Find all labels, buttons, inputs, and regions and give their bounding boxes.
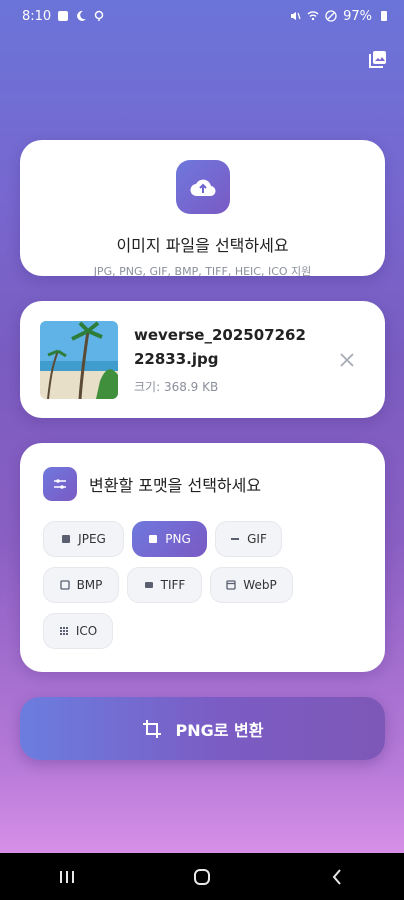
status-time: 8:10 bbox=[22, 8, 52, 24]
image-icon bbox=[149, 535, 158, 543]
format-chip-bmp[interactable]: BMP bbox=[43, 567, 119, 603]
dnd-icon bbox=[325, 10, 337, 22]
close-icon bbox=[340, 353, 354, 367]
back-icon bbox=[332, 868, 341, 885]
format-chip-png[interactable]: PNG bbox=[132, 521, 207, 557]
recent-apps-icon bbox=[60, 870, 75, 883]
gallery-button[interactable] bbox=[366, 47, 390, 71]
file-name: weverse_20250726222833.jpg bbox=[134, 326, 306, 368]
gif-icon bbox=[231, 538, 240, 540]
format-card: 변환할 포맷을 선택하세요 JPEG PNG GIF BMP TIFF WebP… bbox=[20, 443, 385, 672]
tiff-icon bbox=[144, 582, 153, 588]
recent-apps-button[interactable] bbox=[47, 862, 87, 892]
upload-icon-box bbox=[176, 160, 230, 214]
battery-icon bbox=[381, 11, 387, 21]
mute-icon bbox=[291, 12, 301, 20]
crop-icon bbox=[142, 719, 161, 738]
moon-icon bbox=[77, 10, 87, 21]
upload-title: 이미지 파일을 선택하세요 bbox=[116, 236, 289, 255]
system-nav-bar bbox=[0, 853, 404, 900]
format-title: 변환할 포맷을 선택하세요 bbox=[89, 476, 262, 495]
gallery-icon bbox=[369, 51, 386, 68]
back-button[interactable] bbox=[317, 862, 357, 892]
convert-button[interactable]: PNG로 변환 bbox=[20, 697, 385, 760]
gallery-notification-icon bbox=[58, 11, 69, 21]
convert-label: PNG로 변환 bbox=[175, 720, 264, 740]
remove-file-button[interactable] bbox=[339, 349, 355, 373]
status-bar: 8:10 97% bbox=[0, 0, 404, 32]
upload-card[interactable]: 이미지 파일을 선택하세요 JPG, PNG, GIF, BMP, TIFF, … bbox=[20, 140, 385, 276]
grid-icon bbox=[59, 627, 68, 635]
location-icon bbox=[94, 10, 104, 21]
cloud-upload-icon bbox=[190, 179, 216, 197]
wifi-icon bbox=[307, 11, 319, 21]
format-settings-icon bbox=[43, 467, 77, 501]
format-chip-jpeg[interactable]: JPEG bbox=[43, 521, 124, 557]
battery-level: 97% bbox=[343, 8, 372, 24]
file-size: 크기: 368.9 KB bbox=[134, 380, 219, 394]
home-icon bbox=[193, 868, 210, 885]
upload-supported-formats: JPG, PNG, GIF, BMP, TIFF, HEIC, ICO 지원 bbox=[93, 265, 312, 276]
image-icon bbox=[62, 535, 71, 543]
file-thumbnail bbox=[40, 321, 118, 399]
format-chip-webp[interactable]: WebP bbox=[210, 567, 293, 603]
selected-file-card: weverse_20250726222833.jpg 크기: 368.9 KB bbox=[20, 301, 385, 418]
format-chip-ico[interactable]: ICO bbox=[43, 613, 113, 649]
bitmap-icon bbox=[59, 580, 70, 590]
web-icon bbox=[226, 580, 236, 590]
home-button[interactable] bbox=[182, 862, 222, 892]
format-chip-tiff[interactable]: TIFF bbox=[127, 567, 202, 603]
format-chip-gif[interactable]: GIF bbox=[215, 521, 282, 557]
